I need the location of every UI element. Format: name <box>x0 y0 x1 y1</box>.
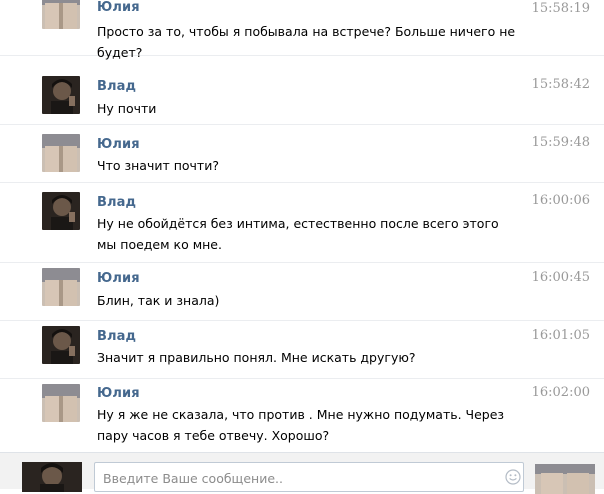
message-text: Значит я правильно понял. Мне искать дру… <box>97 350 416 365</box>
message: Влад 16:00:06 Ну не обойдётся без интима… <box>0 182 604 263</box>
message: Юлия 15:58:19 Просто за то, чтобы я побы… <box>0 0 604 60</box>
message-text: Просто за то, чтобы я побывала на встреч… <box>97 24 516 60</box>
avatar[interactable] <box>42 134 80 172</box>
avatar[interactable] <box>42 268 80 306</box>
smile-icon[interactable] <box>505 469 521 485</box>
message-time: 15:58:19 <box>531 1 590 16</box>
message-author[interactable]: Юлия <box>97 271 140 286</box>
avatar[interactable] <box>42 76 80 114</box>
message: Юлия 15:59:48 Что значит почти? <box>0 124 604 183</box>
avatar[interactable] <box>42 384 80 422</box>
message-text: Что значит почти? <box>97 158 219 173</box>
avatar[interactable] <box>42 326 80 364</box>
message-time: 15:59:48 <box>531 135 590 150</box>
message-author[interactable]: Юлия <box>97 386 140 401</box>
message-input-placeholder: Введите Ваше сообщение.. <box>103 471 283 486</box>
message-time: 16:00:45 <box>531 270 590 285</box>
peer-avatar[interactable] <box>535 464 595 494</box>
message-text: Ну не обойдётся без интима, естественно … <box>97 216 499 252</box>
message-text: Ну почти <box>97 101 157 116</box>
message-author[interactable]: Влад <box>97 79 136 94</box>
message: Влад 15:58:42 Ну почти <box>0 66 604 125</box>
message: Юлия 16:02:00 Ну я же не сказала, что пр… <box>0 378 604 452</box>
message-time: 16:01:05 <box>531 328 590 343</box>
message: Юлия 16:00:45 Блин, так и знала) <box>0 262 604 321</box>
message-author[interactable]: Юлия <box>97 137 140 152</box>
message-time: 16:02:00 <box>531 385 590 400</box>
message-author[interactable]: Юлия <box>97 0 140 15</box>
avatar[interactable] <box>42 0 80 29</box>
message-text: Блин, так и знала) <box>97 293 220 308</box>
message-text: Ну я же не сказала, что против . Мне нуж… <box>97 407 505 443</box>
message-author[interactable]: Влад <box>97 329 136 344</box>
message-author[interactable]: Влад <box>97 195 136 210</box>
avatar[interactable] <box>42 192 80 230</box>
message-time: 15:58:42 <box>531 77 590 92</box>
message-time: 16:00:06 <box>531 193 590 208</box>
message: Влад 16:01:05 Значит я правильно понял. … <box>0 320 604 379</box>
message-composer: Введите Ваше сообщение.. <box>0 452 604 494</box>
chat-history: Юлия 15:58:19 Просто за то, чтобы я побы… <box>0 0 604 452</box>
